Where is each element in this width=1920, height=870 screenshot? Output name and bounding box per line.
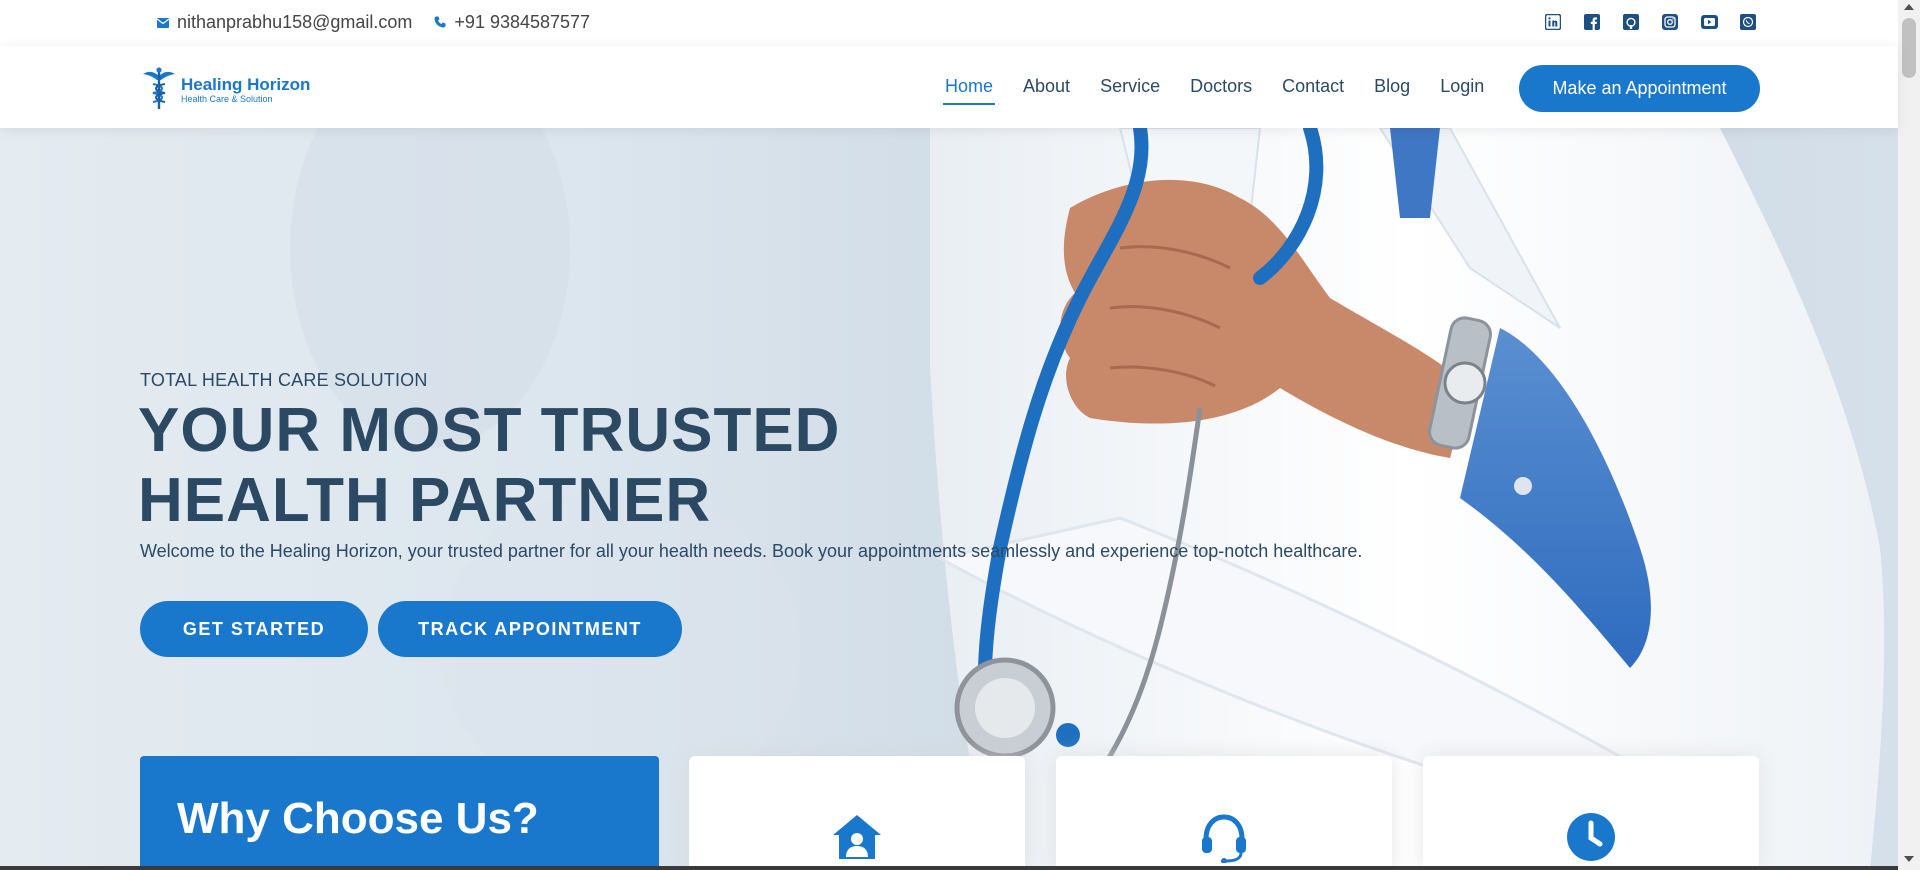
linkedin-icon[interactable] bbox=[1543, 12, 1563, 32]
nav-about[interactable]: About bbox=[1023, 76, 1070, 105]
feature-card bbox=[689, 756, 1025, 870]
facebook-icon[interactable] bbox=[1582, 12, 1602, 32]
caduceus-icon bbox=[141, 66, 177, 115]
top-bar: nithanprabhu158@gmail.com +91 9384587577 bbox=[0, 0, 1898, 46]
headset-icon bbox=[1198, 811, 1250, 863]
hero-title: YOUR MOST TRUSTED HEALTH PARTNER bbox=[138, 396, 938, 536]
phone-contact[interactable]: +91 9384587577 bbox=[434, 12, 590, 33]
page-scrollbar[interactable] bbox=[1898, 0, 1920, 870]
email-text: nithanprabhu158@gmail.com bbox=[177, 12, 413, 32]
social-links bbox=[1543, 12, 1777, 32]
instagram-icon[interactable] bbox=[1660, 12, 1680, 32]
clock-icon bbox=[1565, 811, 1617, 863]
window-bottom-edge bbox=[0, 866, 1898, 870]
envelope-icon bbox=[156, 12, 177, 33]
whatsapp-icon[interactable] bbox=[1738, 12, 1758, 32]
make-appointment-button[interactable]: Make an Appointment bbox=[1519, 65, 1760, 112]
site-header: Healing Horizon Health Care & Solution H… bbox=[0, 46, 1898, 128]
email-contact[interactable]: nithanprabhu158@gmail.com bbox=[156, 12, 413, 33]
site-logo[interactable]: Healing Horizon Health Care & Solution bbox=[141, 66, 310, 115]
contact-info: nithanprabhu158@gmail.com +91 9384587577 bbox=[156, 12, 612, 33]
scrollbar-thumb[interactable] bbox=[1902, 18, 1916, 78]
github-icon[interactable] bbox=[1621, 12, 1641, 32]
hero-lead: Welcome to the Healing Horizon, your tru… bbox=[140, 541, 1363, 561]
phone-text: +91 9384587577 bbox=[454, 12, 591, 32]
nav-contact[interactable]: Contact bbox=[1282, 76, 1344, 105]
get-started-button[interactable]: GET STARTED bbox=[140, 601, 368, 657]
nav-blog[interactable]: Blog bbox=[1374, 76, 1410, 105]
hero-title-line1: YOUR MOST TRUSTED bbox=[138, 396, 841, 465]
logo-tagline: Health Care & Solution bbox=[181, 94, 273, 104]
youtube-icon[interactable] bbox=[1699, 12, 1719, 32]
nav-login[interactable]: Login bbox=[1440, 76, 1484, 105]
logo-name: Healing Horizon bbox=[181, 75, 311, 94]
scroll-down-arrow-icon[interactable] bbox=[1904, 856, 1914, 862]
phone-icon bbox=[434, 12, 454, 33]
home-user-icon bbox=[831, 811, 883, 863]
feature-card bbox=[1423, 756, 1759, 870]
nav-service[interactable]: Service bbox=[1100, 76, 1160, 105]
track-appointment-button[interactable]: TRACK APPOINTMENT bbox=[378, 601, 682, 657]
hero-eyebrow: TOTAL HEALTH CARE SOLUTION bbox=[140, 370, 428, 390]
scroll-up-arrow-icon[interactable] bbox=[1904, 4, 1914, 10]
nav-home[interactable]: Home bbox=[942, 76, 996, 105]
nav-doctors[interactable]: Doctors bbox=[1190, 76, 1252, 105]
why-choose-us-title: Why Choose Us? bbox=[177, 794, 539, 843]
hero-title-line2: HEALTH PARTNER bbox=[138, 466, 712, 535]
why-choose-us-box: Why Choose Us? bbox=[140, 756, 659, 870]
feature-card bbox=[1056, 756, 1392, 870]
main-nav: Home About Service Doctors Contact Blog … bbox=[942, 76, 1514, 105]
